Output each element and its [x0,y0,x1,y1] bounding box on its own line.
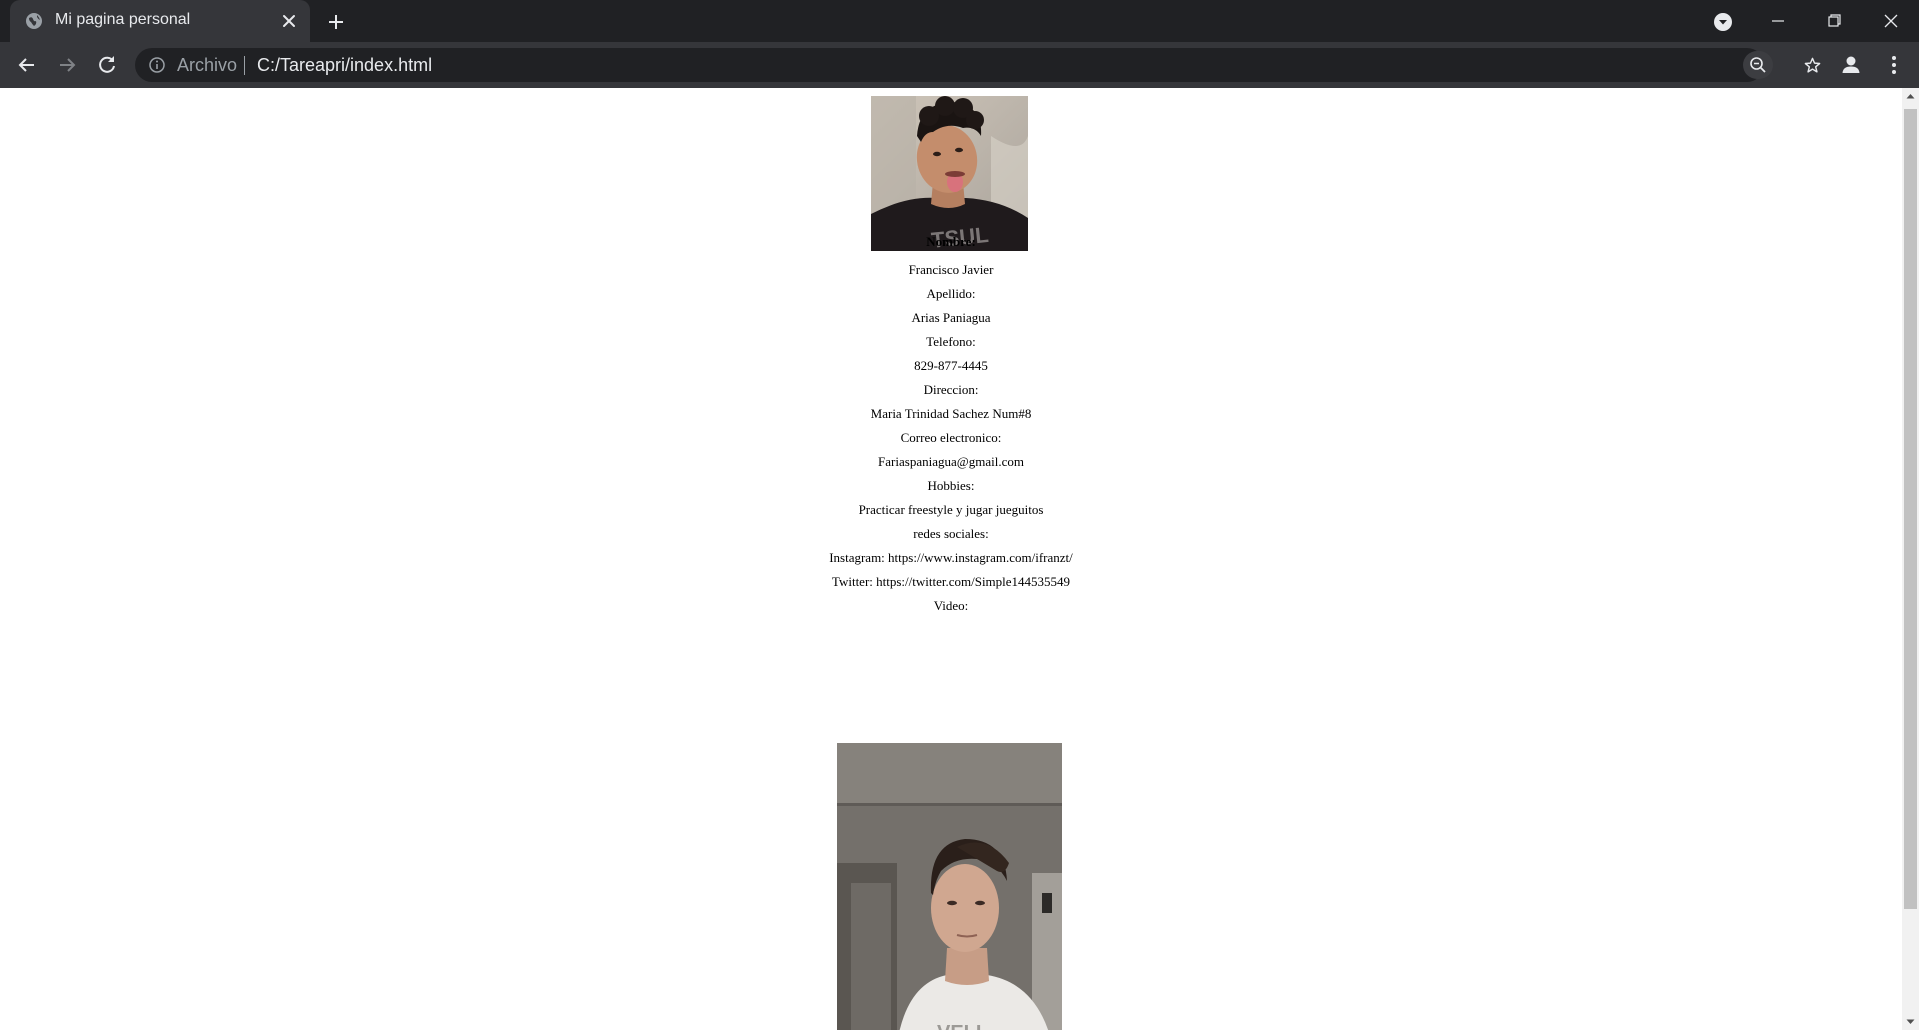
zoom-out-icon [1750,57,1766,73]
label-hobbies: Hobbies: [927,478,975,493]
video-frame-illustration: VELL [837,743,1062,1030]
url-text[interactable]: C:/Tareapri/index.html [257,55,432,76]
star-icon[interactable] [1803,56,1822,75]
restore-icon[interactable] [1814,6,1854,36]
site-scheme-label: Archivo [177,55,238,75]
scrollbar-thumb[interactable] [1904,109,1917,909]
reload-icon[interactable] [95,53,119,77]
label-video: Video: [933,598,969,613]
label-telefono: Telefono: [926,334,976,349]
label-nombre: Nombre: [926,234,976,249]
page-viewport: TSUL Nombre: Francisco Javier Apellido: … [0,88,1902,1030]
chevron-down-icon[interactable] [1712,11,1734,33]
scroll-down-icon[interactable] [1902,1013,1919,1030]
tab-strip: Mi pagina personal [0,0,1919,42]
close-icon[interactable] [280,12,298,30]
label-apellido: Apellido: [926,286,976,301]
globe-icon [26,13,42,29]
address-separator [244,56,245,75]
page-scrollbar[interactable] [1902,88,1919,1030]
tab-active[interactable]: Mi pagina personal [10,0,310,42]
value-direccion: Maria Trinidad Sachez Num#8 [870,406,1032,421]
profile-photo-illustration: TSUL [871,96,1028,251]
value-telefono: 829-877-4445 [914,358,988,373]
label-redes-sociales: redes sociales: [913,526,989,541]
label-direccion: Direccion: [923,382,979,397]
value-apellido: Arias Paniagua [911,310,991,325]
value-correo: Fariaspaniagua@gmail.com [878,454,1024,469]
zoom-button[interactable] [1743,51,1773,79]
video-player[interactable]: VELL [837,743,1062,1030]
window-close-icon[interactable] [1871,6,1911,36]
scroll-up-icon[interactable] [1902,88,1919,105]
tab-title: Mi pagina personal [55,11,191,28]
value-instagram: Instagram: https://www.instagram.com/ifr… [829,550,1073,565]
arrow-right-icon[interactable] [55,53,79,77]
person-icon[interactable] [1839,53,1863,77]
info-icon[interactable] [148,56,166,74]
value-hobbies: Practicar freestyle y jugar jueguitos [858,502,1044,517]
label-correo: Correo electronico: [900,430,1002,445]
plus-icon[interactable] [325,11,347,33]
value-nombre: Francisco Javier [908,262,994,277]
arrow-left-icon[interactable] [15,53,39,77]
minimize-icon[interactable] [1758,6,1798,36]
profile-photo: TSUL [871,96,1028,251]
svg-text:VELL: VELL [937,1022,988,1030]
browser-toolbar: Archivo C:/Tareapri/index.html [0,42,1919,88]
value-twitter: Twitter: https://twitter.com/Simple14453… [831,574,1071,589]
address-bar[interactable]: Archivo C:/Tareapri/index.html [135,48,1821,82]
kebab-menu-icon[interactable] [1882,53,1906,77]
